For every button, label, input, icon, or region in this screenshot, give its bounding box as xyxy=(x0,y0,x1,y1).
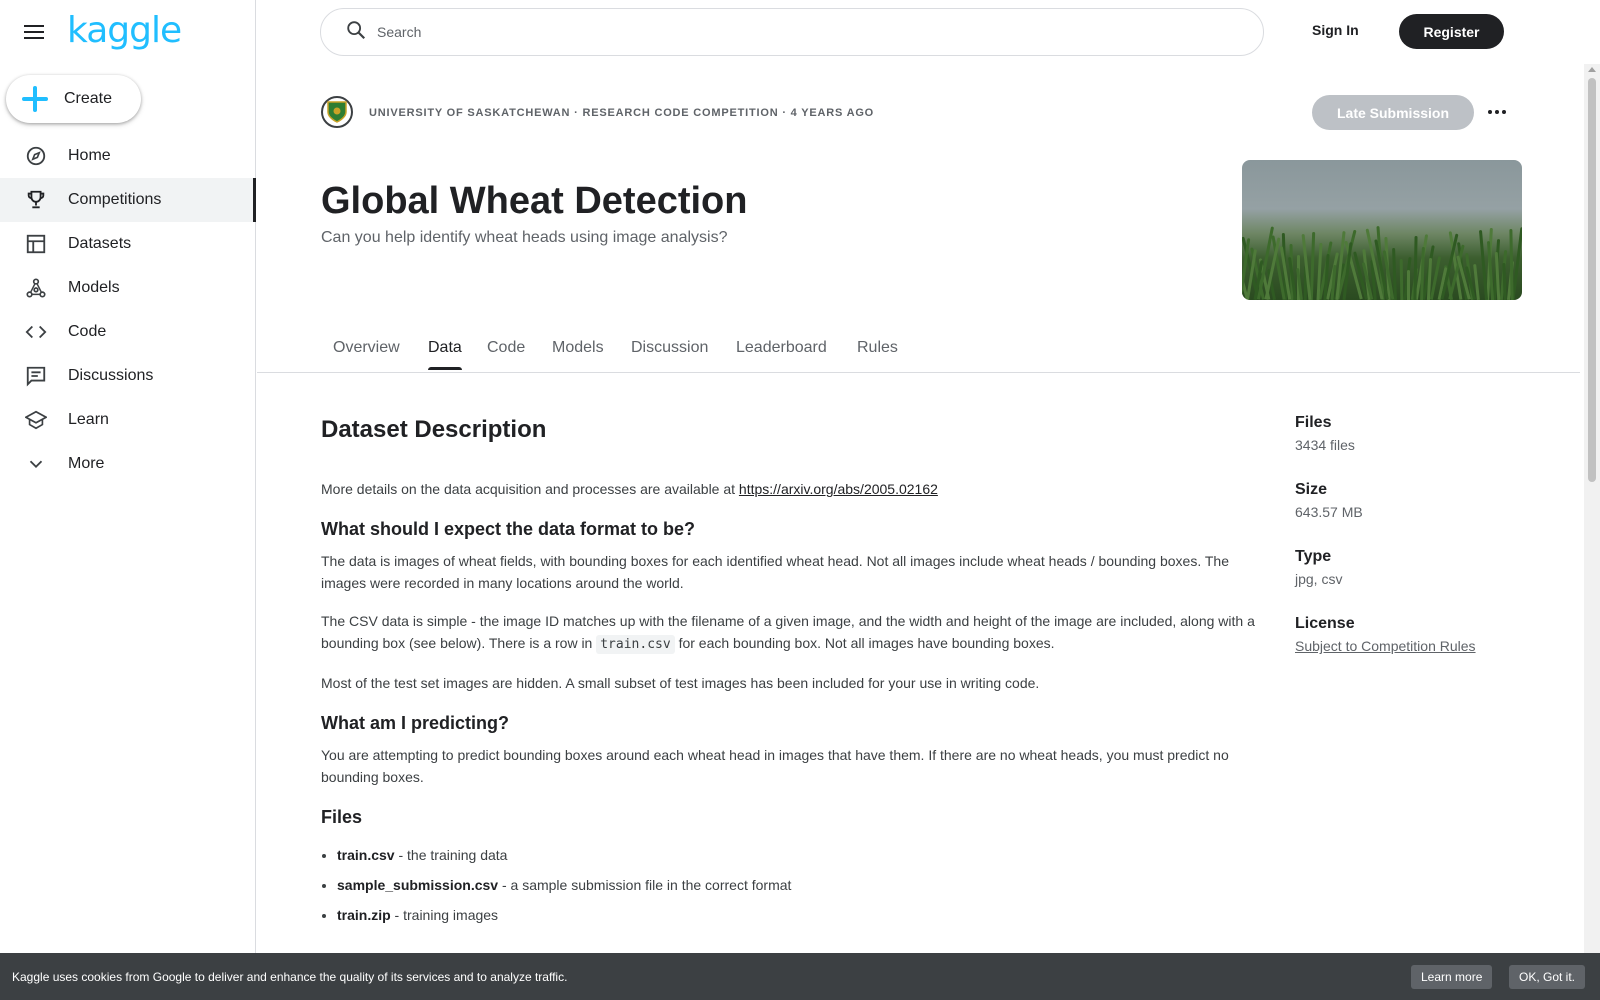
tab-overview[interactable]: Overview xyxy=(333,339,400,369)
search-placeholder: Search xyxy=(377,24,422,40)
sidebar-nav: Home Competitions Datasets Models Code D… xyxy=(0,134,256,486)
sidebar-item-discussions[interactable]: Discussions xyxy=(0,354,256,398)
sidebar-item-label: Discussions xyxy=(68,367,154,384)
tab-rules[interactable]: Rules xyxy=(857,339,898,369)
wheat-blade xyxy=(1509,228,1514,300)
wheat-blade xyxy=(1309,231,1316,300)
files-value: 3434 files xyxy=(1295,437,1355,453)
page-title: Global Wheat Detection xyxy=(321,180,748,222)
learn-more-button[interactable]: Learn more xyxy=(1411,965,1493,989)
menu-icon[interactable] xyxy=(24,22,48,42)
late-submission-button[interactable]: Late Submission xyxy=(1312,95,1474,130)
school-icon xyxy=(24,408,48,432)
license-link[interactable]: Subject to Competition Rules xyxy=(1295,635,1555,657)
tab-data[interactable]: Data xyxy=(428,339,462,370)
predict-heading: What am I predicting? xyxy=(321,713,510,733)
format-paragraph-2: The CSV data is simple - the image ID ma… xyxy=(321,610,1271,656)
intro-paragraph: More details on the data acquisition and… xyxy=(321,478,1271,500)
sidebar-item-label: Code xyxy=(68,323,107,340)
format-text-b: for each bounding box. Not all images ha… xyxy=(674,635,1055,651)
predict-paragraph: You are attempting to predict bounding b… xyxy=(321,747,1229,785)
more-options-icon[interactable] xyxy=(1488,104,1510,120)
sidebar-item-datasets[interactable]: Datasets xyxy=(0,222,256,266)
type-value: jpg, csv xyxy=(1295,571,1343,587)
create-button[interactable]: Create xyxy=(6,75,141,123)
cookie-banner: Kaggle uses cookies from Google to deliv… xyxy=(0,953,1600,1000)
tab-models[interactable]: Models xyxy=(552,339,604,369)
arxiv-link[interactable]: https://arxiv.org/abs/2005.02162 xyxy=(739,481,938,497)
comments-icon xyxy=(24,364,48,388)
license-label: License xyxy=(1295,615,1355,632)
page-subtitle: Can you help identify wheat heads using … xyxy=(321,229,728,246)
create-label: Create xyxy=(64,90,113,107)
trophy-icon xyxy=(24,188,48,212)
sidebar-item-learn[interactable]: Learn xyxy=(0,398,256,442)
competition-header-image xyxy=(1242,160,1522,300)
sidebar-item-label: Datasets xyxy=(68,235,132,252)
sidebar-item-label: More xyxy=(68,455,105,472)
competition-meta: UNIVERSITY OF SASKATCHEWAN · RESEARCH CO… xyxy=(369,107,875,119)
size-label: Size xyxy=(1295,481,1328,498)
file-name: train.zip xyxy=(337,907,391,923)
sidebar-item-code[interactable]: Code xyxy=(0,310,256,354)
files-heading: Files xyxy=(321,807,363,827)
list-item: train.zip - training images xyxy=(337,904,1271,926)
sidebar-item-label: Learn xyxy=(68,411,109,428)
dataset-metadata: Files 3434 files Size 643.57 MB Type jpg… xyxy=(1295,412,1555,680)
plus-icon xyxy=(22,86,48,112)
file-desc: - training images xyxy=(390,907,499,923)
section-heading: Dataset Description xyxy=(321,416,547,443)
size-value: 643.57 MB xyxy=(1295,504,1363,520)
inline-code: train.csv xyxy=(596,635,675,654)
ok-got-it-button[interactable]: OK, Got it. xyxy=(1509,965,1586,989)
search-icon xyxy=(345,19,367,46)
sidebar-item-home[interactable]: Home xyxy=(0,134,256,178)
wheat-blade xyxy=(1407,270,1410,300)
wheat-blade xyxy=(1399,258,1404,300)
sidebar-item-label: Models xyxy=(68,279,120,296)
sidebar-item-label: Home xyxy=(68,147,111,164)
file-desc: - the training data xyxy=(394,847,508,863)
host-logo[interactable] xyxy=(321,96,353,128)
search-input[interactable]: Search xyxy=(320,8,1264,56)
compass-icon xyxy=(24,144,48,168)
code-icon xyxy=(24,320,48,344)
format-paragraph-3: Most of the test set images are hidden. … xyxy=(321,675,1040,691)
sidebar-item-label: Competitions xyxy=(68,191,162,208)
sidebar: kaggle Create Home Competitions Datasets xyxy=(0,0,256,1000)
sign-in-button[interactable]: Sign In xyxy=(1312,22,1359,38)
wheat-blade xyxy=(1502,262,1507,300)
chevron-down-icon xyxy=(24,452,48,476)
intro-text: More details on the data acquisition and… xyxy=(321,481,739,497)
file-desc: - a sample submission file in the correc… xyxy=(498,877,792,893)
file-name: train.csv xyxy=(337,847,395,863)
cookie-text: Kaggle uses cookies from Google to deliv… xyxy=(12,969,568,984)
sidebar-item-competitions[interactable]: Competitions xyxy=(0,178,256,222)
tab-discussion[interactable]: Discussion xyxy=(631,339,708,369)
tab-code[interactable]: Code xyxy=(487,339,525,369)
models-icon xyxy=(24,276,48,300)
file-list: train.csv - the training data sample_sub… xyxy=(321,844,1271,926)
sidebar-item-more[interactable]: More xyxy=(0,442,256,486)
tab-leaderboard[interactable]: Leaderboard xyxy=(736,339,827,369)
dataset-description: Dataset Description More details on the … xyxy=(321,412,1271,934)
format-heading: What should I expect the data format to … xyxy=(321,519,696,539)
register-button[interactable]: Register xyxy=(1399,14,1504,49)
scrollbar[interactable] xyxy=(1584,64,1600,953)
file-name: sample_submission.csv xyxy=(337,877,499,893)
format-paragraph-1: The data is images of wheat fields, with… xyxy=(321,553,1229,591)
sidebar-item-models[interactable]: Models xyxy=(0,266,256,310)
competition-tabs: Overview Data Code Models Discussion Lea… xyxy=(257,330,1580,373)
scrollbar-thumb[interactable] xyxy=(1588,78,1596,482)
type-label: Type xyxy=(1295,548,1332,565)
list-item: train.csv - the training data xyxy=(337,844,1271,866)
list-item: sample_submission.csv - a sample submiss… xyxy=(337,874,1271,896)
files-label: Files xyxy=(1295,414,1332,431)
kaggle-logo[interactable]: kaggle xyxy=(67,10,182,51)
scroll-up-icon[interactable] xyxy=(1588,67,1596,72)
table-icon xyxy=(24,232,48,256)
